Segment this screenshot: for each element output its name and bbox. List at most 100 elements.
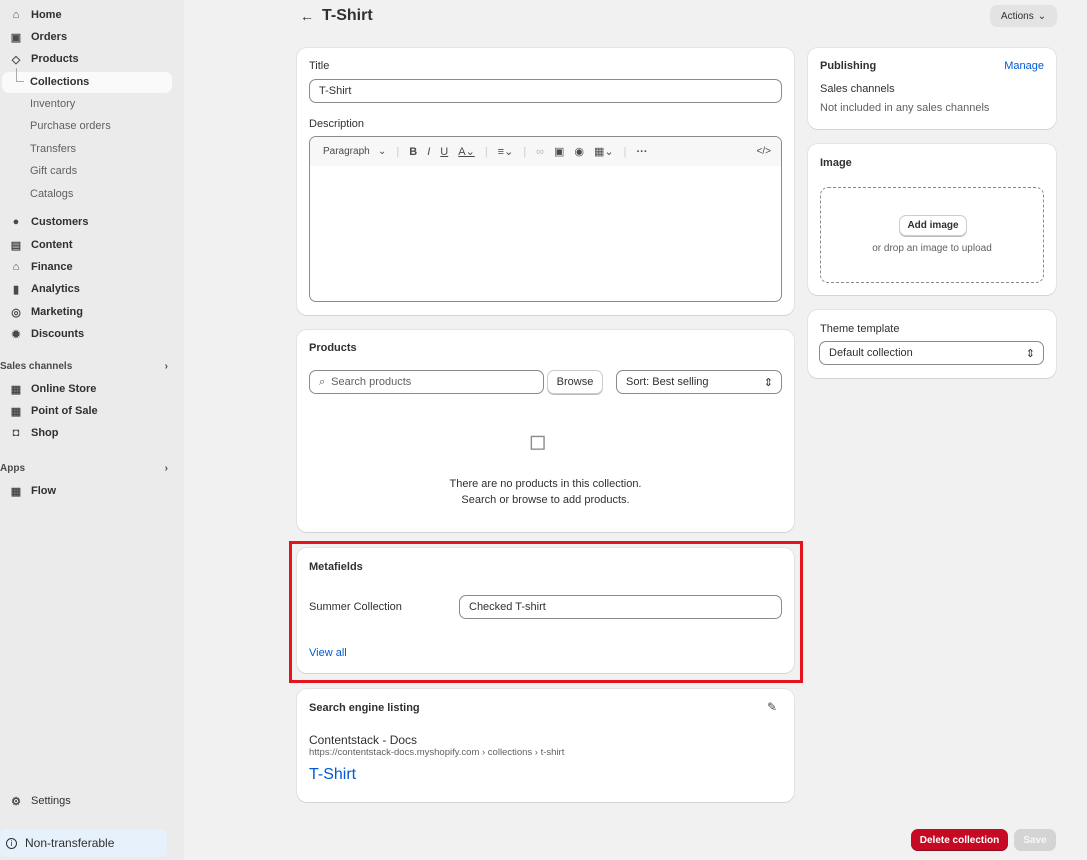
tree-connector-icon	[16, 68, 24, 82]
browse-button[interactable]: Browse	[547, 370, 603, 394]
seo-url: https://contentstack-docs.myshopify.com …	[309, 747, 565, 758]
sidebar-item-point-of-sale[interactable]: ▦ Point of Sale	[0, 401, 172, 421]
sidebar-item-inventory[interactable]: Inventory	[30, 98, 75, 110]
more-icon[interactable]: ···	[637, 146, 648, 158]
search-products-input[interactable]: ⌕ Search products	[309, 370, 544, 394]
sidebar-item-gift-cards[interactable]: Gift cards	[30, 165, 77, 177]
label: Delete collection	[919, 834, 1000, 846]
flow-icon: ▦	[10, 485, 22, 498]
theme-template-select[interactable]: Default collection ⇕	[819, 341, 1044, 365]
sidebar-item-catalogs[interactable]: Catalogs	[30, 188, 73, 200]
back-arrow-icon[interactable]: ←	[300, 8, 314, 24]
sidebar-item-collections[interactable]: Collections	[2, 68, 172, 93]
sidebar-item-products[interactable]: ◇ Products	[0, 49, 172, 69]
chevron-down-icon: ⌄	[1037, 10, 1047, 22]
metafields-heading: Metafields	[309, 561, 363, 573]
sidebar-section-apps[interactable]: Apps ›	[0, 463, 172, 474]
sidebar-item-analytics[interactable]: ▮ Analytics	[0, 279, 172, 299]
edit-pencil-icon[interactable]: ✎	[767, 700, 777, 714]
label: Sales channels	[0, 361, 73, 372]
publishing-card: Publishing Manage Sales channels Not inc…	[808, 48, 1056, 129]
label: Products	[31, 53, 79, 65]
sidebar-item-purchase-orders[interactable]: Purchase orders	[30, 120, 111, 132]
label: Analytics	[31, 283, 80, 295]
sidebar-item-customers[interactable]: ● Customers	[0, 212, 172, 232]
chevron-right-icon: ›	[164, 361, 168, 372]
metafields-card: Metafields Summer Collection Checked T-s…	[297, 548, 794, 673]
label: Online Store	[31, 383, 97, 395]
theme-template-label: Theme template	[820, 323, 900, 335]
sidebar-item-content[interactable]: ▤ Content	[0, 235, 172, 255]
image-dropzone[interactable]: Add image or drop an image to upload	[820, 187, 1044, 283]
sidebar-item-home[interactable]: ⌂ Home	[0, 5, 172, 25]
sidebar-item-shop[interactable]: ◘ Shop	[0, 423, 172, 443]
sort-select[interactable]: Sort: Best selling ⇕	[616, 370, 782, 394]
seo-site-name: Contentstack - Docs	[309, 733, 418, 747]
sidebar-item-discounts[interactable]: ✹ Discounts	[0, 324, 172, 344]
target-icon: ◎	[11, 306, 21, 319]
sidebar-item-flow[interactable]: ▦ Flow	[0, 481, 172, 501]
image-heading: Image	[820, 157, 852, 169]
non-transferable-banner[interactable]: i Non-transferable	[0, 829, 167, 857]
sidebar-item-orders[interactable]: ▣ Orders	[0, 27, 172, 47]
value: T-Shirt	[319, 85, 352, 97]
actions-button[interactable]: Actions ⌄	[990, 5, 1057, 27]
label: Content	[31, 239, 73, 251]
save-button[interactable]: Save	[1014, 829, 1056, 851]
text-color-icon[interactable]: A⌄	[458, 145, 475, 158]
tag-icon: ◇	[521, 423, 558, 459]
value: Sort: Best selling	[626, 376, 709, 388]
paragraph-select[interactable]: Paragraph ⌄	[323, 146, 386, 157]
empty-hint: Search or browse to add products.	[461, 494, 630, 506]
align-icon[interactable]: ≡⌄	[498, 145, 514, 158]
sidebar-item-marketing[interactable]: ◎ Marketing	[0, 302, 172, 322]
image-icon[interactable]: ▣	[554, 145, 564, 158]
gear-icon: ⚙	[11, 795, 21, 808]
code-icon[interactable]: </>	[757, 146, 771, 157]
image-card: Image Add image or drop an image to uplo…	[808, 144, 1056, 295]
description-editor[interactable]: Paragraph ⌄ | B I U A⌄ | ≡⌄ | ∞ ▣ ◉ ▦⌄ |…	[309, 136, 782, 302]
metafield-label: Summer Collection	[309, 601, 402, 613]
store-icon: ▦	[10, 383, 22, 396]
info-icon: i	[6, 837, 17, 849]
label: Actions	[1000, 10, 1034, 22]
discount-icon: ✹	[11, 328, 21, 341]
label: Marketing	[31, 306, 83, 318]
add-image-button[interactable]: Add image	[899, 215, 967, 236]
search-icon: ⌕	[319, 375, 326, 388]
page-title: T-Shirt	[322, 7, 373, 24]
sidebar-section-sales-channels[interactable]: Sales channels ›	[0, 361, 172, 372]
sidebar-item-transfers[interactable]: Transfers	[30, 143, 76, 155]
sidebar: ⌂ Home ▣ Orders ◇ Products Collections Inve…	[0, 0, 184, 860]
italic-icon[interactable]: I	[427, 146, 430, 158]
dropzone-hint: or drop an image to upload	[872, 243, 992, 254]
products-card: Products ⌕ Search products Browse Sort: B…	[297, 330, 794, 532]
title-input[interactable]: T-Shirt	[309, 79, 782, 103]
label: Save	[1023, 834, 1047, 846]
shop-icon: ◘	[12, 427, 20, 439]
sales-channels-label: Sales channels	[820, 83, 895, 95]
sidebar-item-settings[interactable]: ⚙ Settings	[0, 791, 172, 811]
video-icon[interactable]: ◉	[574, 145, 584, 158]
seo-title: T-Shirt	[309, 766, 357, 783]
metafield-input[interactable]: Checked T-shirt	[459, 595, 782, 619]
sidebar-item-online-store[interactable]: ▦ Online Store	[0, 379, 172, 399]
seo-card: Search engine listing ✎ Contentstack - D…	[297, 689, 794, 802]
delete-collection-button[interactable]: Delete collection	[911, 829, 1008, 851]
table-icon[interactable]: ▦⌄	[594, 145, 614, 158]
link-icon[interactable]: ∞	[536, 146, 544, 158]
label: Discounts	[31, 328, 85, 340]
sidebar-item-finance[interactable]: ⌂ Finance	[0, 257, 172, 277]
pos-icon: ▦	[10, 405, 22, 418]
select-arrows-icon: ⇕	[1025, 347, 1035, 360]
view-all-link[interactable]: View all	[309, 647, 347, 659]
home-icon: ⌂	[12, 9, 20, 21]
manage-link[interactable]: Manage	[1004, 60, 1044, 72]
bold-icon[interactable]: B	[409, 146, 417, 158]
label: Point of Sale	[31, 405, 98, 417]
details-card: Title T-Shirt Description Paragraph ⌄ | …	[297, 48, 794, 315]
underline-icon[interactable]: U	[440, 146, 448, 158]
editor-toolbar: Paragraph ⌄ | B I U A⌄ | ≡⌄ | ∞ ▣ ◉ ▦⌄ |…	[310, 137, 781, 166]
label: Browse	[556, 376, 594, 388]
content-icon: ▤	[10, 239, 22, 252]
